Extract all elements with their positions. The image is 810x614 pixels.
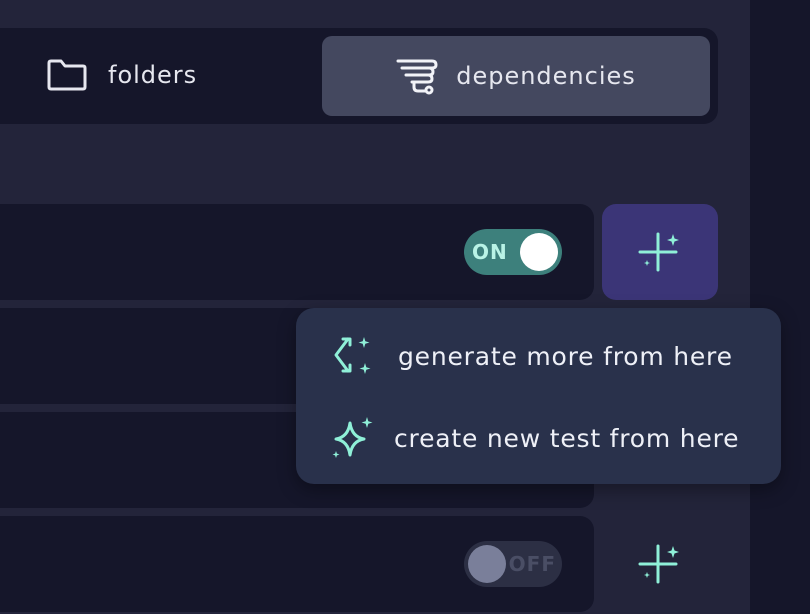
- menu-item-create-label: create new test from here: [394, 423, 740, 453]
- toggle-knob: [468, 545, 506, 583]
- toggle-label: ON: [472, 240, 508, 264]
- tab-folders-label: folders: [108, 61, 198, 89]
- menu-item-generate-more[interactable]: generate more from here: [330, 330, 733, 382]
- plus-sparkle-icon: [638, 542, 682, 586]
- tab-folders[interactable]: folders: [46, 54, 197, 96]
- tab-dependencies[interactable]: dependencies: [322, 36, 710, 116]
- branch-sparkle-icon: [330, 333, 374, 379]
- generate-button[interactable]: [602, 516, 718, 612]
- toggle-label: OFF: [508, 552, 556, 576]
- sparkles-icon: [330, 415, 376, 461]
- right-panel-strip: [750, 0, 810, 614]
- toggle-knob: [520, 233, 558, 271]
- menu-item-generate-label: generate more from here: [398, 341, 733, 371]
- toggle-switch-off[interactable]: OFF: [464, 541, 562, 587]
- menu-item-create-new-test[interactable]: create new test from here: [330, 412, 739, 464]
- toggle-switch-on[interactable]: ON: [464, 229, 562, 275]
- dependencies-icon: [396, 57, 438, 95]
- folder-icon: [46, 58, 88, 92]
- tab-dependencies-label: dependencies: [456, 62, 636, 90]
- generate-button[interactable]: [602, 204, 718, 300]
- plus-sparkle-icon: [638, 230, 682, 274]
